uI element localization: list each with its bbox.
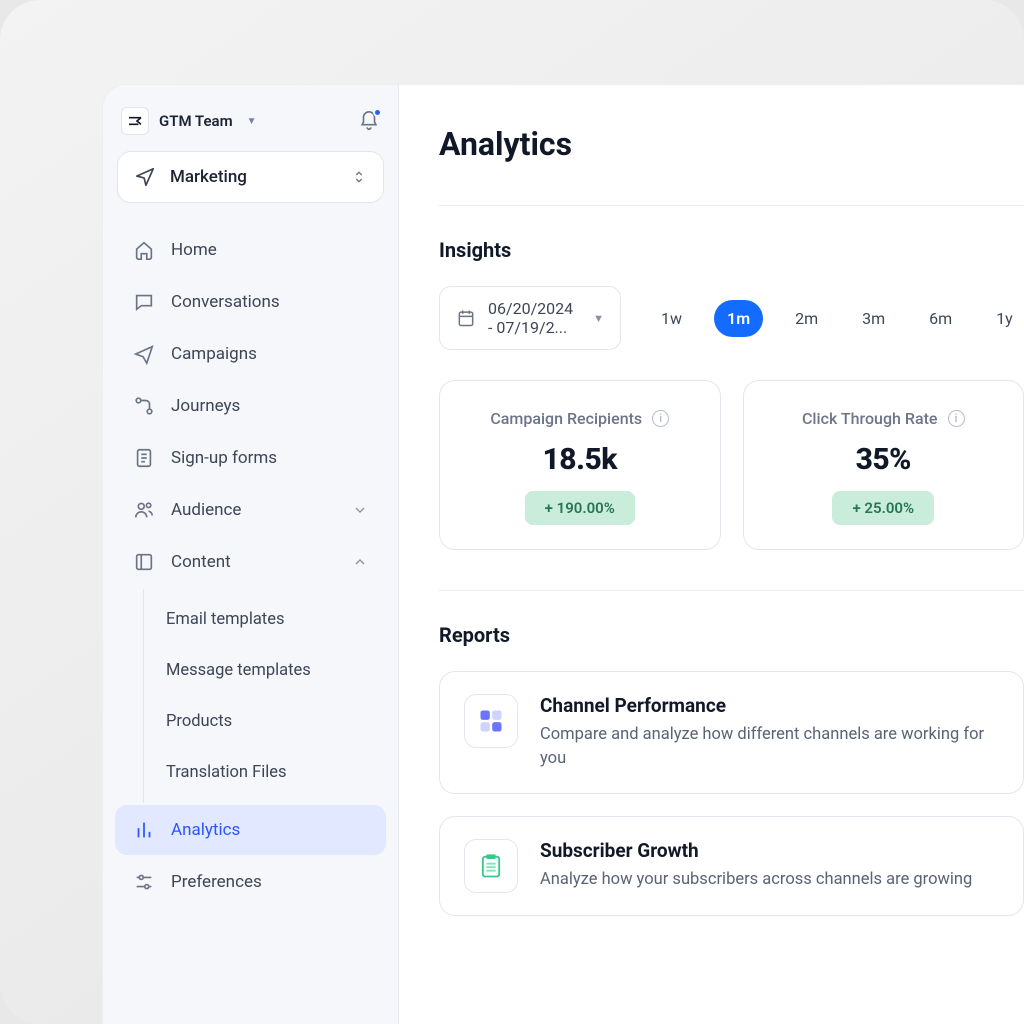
- report-channel-performance[interactable]: Channel Performance Compare and analyze …: [439, 671, 1024, 794]
- nav-audience[interactable]: Audience: [115, 485, 386, 535]
- report-desc: Compare and analyze how different channe…: [540, 723, 999, 771]
- range-pills: 1w 1m 2m 3m 6m 1y: [649, 300, 1024, 337]
- nav-analytics[interactable]: Analytics: [115, 805, 386, 855]
- content-icon: [133, 551, 155, 573]
- nav-conversations[interactable]: Conversations: [115, 277, 386, 327]
- metric-value: 35%: [754, 442, 1014, 477]
- metric-delta: + 25.00%: [832, 491, 934, 525]
- date-range-picker[interactable]: 06/20/2024 - 07/19/2... ▼: [439, 286, 621, 350]
- info-icon[interactable]: i: [948, 410, 965, 427]
- calendar-icon: [456, 308, 476, 328]
- chevron-down-icon: [352, 502, 368, 518]
- reports-heading: Reports: [439, 623, 1024, 647]
- nav-home[interactable]: Home: [115, 225, 386, 275]
- nav-content[interactable]: Content: [115, 537, 386, 587]
- sidebar: GTM Team ▼ Marketing: [103, 85, 399, 1024]
- range-1w[interactable]: 1w: [649, 301, 694, 336]
- subnav-translation-files[interactable]: Translation Files: [144, 748, 386, 797]
- report-desc: Analyze how your subscribers across chan…: [540, 868, 972, 892]
- nav-label: Sign-up forms: [171, 448, 277, 468]
- content-submenu: Email templates Message templates Produc…: [143, 589, 386, 803]
- clipboard-icon: [464, 839, 518, 893]
- nav-label: Analytics: [171, 820, 240, 840]
- app-window: GTM Team ▼ Marketing: [103, 85, 1024, 1024]
- main-content: Analytics Insights 06/20/2024 - 07/19/2.…: [399, 85, 1024, 1024]
- metric-campaign-recipients: Campaign Recipients i 18.5k + 190.00%: [439, 380, 721, 550]
- workspace-label: Marketing: [170, 167, 247, 187]
- send-icon: [133, 343, 155, 365]
- nav-label: Journeys: [171, 396, 240, 416]
- range-6m[interactable]: 6m: [917, 301, 964, 336]
- chevron-down-icon: ▼: [247, 116, 257, 127]
- subnav-products[interactable]: Products: [144, 697, 386, 746]
- divider: [439, 590, 1024, 591]
- journeys-icon: [133, 395, 155, 417]
- info-icon[interactable]: i: [652, 410, 669, 427]
- page-title: Analytics: [439, 125, 1024, 163]
- range-1y[interactable]: 1y: [984, 301, 1024, 336]
- chevron-up-icon: [352, 554, 368, 570]
- workspace-select[interactable]: Marketing: [117, 151, 384, 203]
- report-title: Subscriber Growth: [540, 839, 972, 862]
- metric-delta: + 190.00%: [525, 491, 635, 525]
- metric-row: Campaign Recipients i 18.5k + 190.00% Cl…: [439, 380, 1024, 550]
- divider: [439, 205, 1024, 206]
- range-1m[interactable]: 1m: [714, 300, 763, 337]
- insights-controls: 06/20/2024 - 07/19/2... ▼ 1w 1m 2m 3m 6m…: [439, 286, 1024, 350]
- nav-campaigns[interactable]: Campaigns: [115, 329, 386, 379]
- subnav-email-templates[interactable]: Email templates: [144, 595, 386, 644]
- metric-label: Click Through Rate: [802, 409, 938, 428]
- sidebar-header: GTM Team ▼: [115, 103, 386, 151]
- notifications-button[interactable]: [358, 110, 380, 132]
- metric-click-through-rate: Click Through Rate i 35% + 25.00%: [743, 380, 1024, 550]
- nav-label: Preferences: [171, 872, 262, 892]
- nav-label: Home: [171, 240, 217, 260]
- range-2m[interactable]: 2m: [783, 301, 830, 336]
- team-switcher[interactable]: GTM Team ▼: [121, 107, 257, 135]
- home-icon: [133, 239, 155, 261]
- primary-nav: Home Conversations Campaigns Journeys Si: [115, 225, 386, 907]
- nav-journeys[interactable]: Journeys: [115, 381, 386, 431]
- audience-icon: [133, 499, 155, 521]
- report-title: Channel Performance: [540, 694, 999, 717]
- preferences-icon: [133, 871, 155, 893]
- metric-label: Campaign Recipients: [490, 409, 642, 428]
- notification-dot-icon: [373, 108, 382, 117]
- chat-icon: [133, 291, 155, 313]
- analytics-icon: [133, 819, 155, 841]
- nav-label: Content: [171, 552, 231, 572]
- subnav-message-templates[interactable]: Message templates: [144, 646, 386, 695]
- chevron-down-icon: ▼: [593, 312, 604, 325]
- nav-preferences[interactable]: Preferences: [115, 857, 386, 907]
- app-logo-icon: [121, 107, 149, 135]
- grid-icon: [464, 694, 518, 748]
- date-range-text: 06/20/2024 - 07/19/2...: [488, 299, 573, 337]
- insights-heading: Insights: [439, 238, 1024, 262]
- nav-label: Conversations: [171, 292, 280, 312]
- nav-label: Campaigns: [171, 344, 257, 364]
- form-icon: [133, 447, 155, 469]
- metric-value: 18.5k: [450, 442, 710, 477]
- team-name: GTM Team: [159, 112, 233, 130]
- nav-signup-forms[interactable]: Sign-up forms: [115, 433, 386, 483]
- range-3m[interactable]: 3m: [850, 301, 897, 336]
- sort-icon: [351, 169, 367, 185]
- report-subscriber-growth[interactable]: Subscriber Growth Analyze how your subsc…: [439, 816, 1024, 916]
- nav-label: Audience: [171, 500, 241, 520]
- paper-plane-icon: [134, 166, 156, 188]
